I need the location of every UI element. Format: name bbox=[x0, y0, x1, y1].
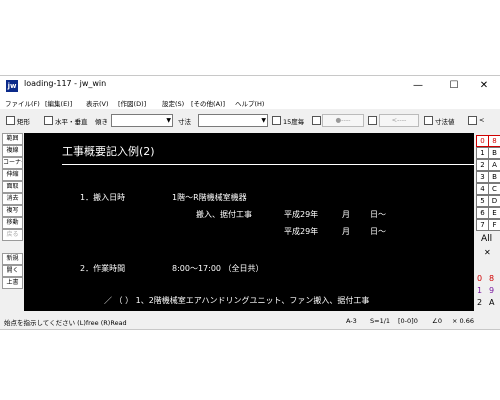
item2-number: 2．作業時間 bbox=[80, 264, 126, 273]
all-layers-button[interactable]: All bbox=[481, 234, 492, 244]
layer-D[interactable]: D bbox=[488, 195, 500, 207]
menu-draw[interactable]: [作図(D)] bbox=[118, 98, 146, 108]
tool-stretch[interactable]: 伸縮 bbox=[2, 169, 23, 181]
chevron-down-icon: ▼ bbox=[261, 117, 266, 124]
dimval-checkbox[interactable] bbox=[424, 116, 433, 125]
tool-save[interactable]: 上書 bbox=[2, 277, 23, 289]
heading-underline bbox=[62, 164, 474, 165]
tool-offset[interactable]: 複線 bbox=[2, 145, 23, 157]
deg15-label: 15度毎 bbox=[283, 118, 305, 126]
close-icon[interactable]: ✕ bbox=[484, 248, 491, 257]
status-message: 始点を指示してください (L)free (R)Read bbox=[4, 319, 127, 327]
window-title: loading-117 - jw_win bbox=[24, 79, 107, 88]
close-button[interactable]: ✕ bbox=[473, 78, 495, 94]
dash-checkbox[interactable] bbox=[368, 116, 377, 125]
tool-open[interactable]: 開く bbox=[2, 265, 23, 277]
rect-checkbox[interactable] bbox=[6, 116, 15, 125]
maximize-button[interactable]: ☐ bbox=[443, 78, 465, 94]
group-circle-A[interactable]: A bbox=[489, 298, 494, 307]
group-circle-8[interactable]: 8 bbox=[489, 274, 494, 283]
item1-year1: 平成29年 bbox=[284, 210, 319, 219]
layer-B2[interactable]: B bbox=[488, 171, 500, 183]
item2-desc: 8:00～17:00 （全日共） bbox=[172, 264, 264, 273]
group-circle-2[interactable]: 2 bbox=[477, 298, 482, 307]
hv-label: 水平・垂直 bbox=[55, 118, 88, 126]
menu-edit[interactable]: [編集(E)] bbox=[45, 98, 72, 108]
dim-label: 寸法 bbox=[178, 118, 191, 126]
status-layer[interactable]: [0-0]0 bbox=[398, 317, 418, 325]
layer-F[interactable]: F bbox=[488, 219, 500, 231]
lt-label: < bbox=[479, 116, 485, 124]
item1-day1: 日～ bbox=[370, 210, 386, 219]
rect-label: 矩形 bbox=[17, 118, 30, 126]
tilt-label: 傾き bbox=[95, 118, 108, 126]
tool-chamfer[interactable]: 面取 bbox=[2, 181, 23, 193]
menu-file[interactable]: ファイル(F) bbox=[5, 98, 40, 108]
application-window: jw loading-117 - jw_win — ☐ ✕ ファイル(F) [編… bbox=[0, 75, 500, 330]
layer-A[interactable]: A bbox=[488, 159, 500, 171]
title-bar: jw loading-117 - jw_win — ☐ ✕ bbox=[0, 76, 500, 96]
tool-copy[interactable]: 複写 bbox=[2, 205, 23, 217]
layer-E[interactable]: E bbox=[488, 207, 500, 219]
item1-desc2: 搬入、据付工事 bbox=[196, 210, 252, 219]
circle-checkbox[interactable] bbox=[312, 116, 321, 125]
status-bar: 始点を指示してください (L)free (R)Read A-3 S=1/1 [0… bbox=[0, 314, 500, 328]
menu-view[interactable]: 表示(V) bbox=[86, 98, 109, 108]
app-icon: jw bbox=[6, 80, 18, 92]
tool-range[interactable]: 範囲 bbox=[2, 133, 23, 145]
tool-corner[interactable]: コーナー bbox=[2, 157, 23, 169]
status-scale[interactable]: S=1/1 bbox=[370, 317, 390, 325]
group-circle-1[interactable]: 1 bbox=[477, 286, 482, 295]
chevron-down-icon: ▼ bbox=[166, 117, 171, 124]
menu-other[interactable]: [その他(A)] bbox=[191, 98, 225, 108]
layer-C[interactable]: C bbox=[488, 183, 500, 195]
dim-select[interactable]: ▼ bbox=[198, 114, 268, 127]
tool-new[interactable]: 新規 bbox=[2, 253, 23, 265]
item1-month2: 月 bbox=[342, 227, 350, 236]
dash-field[interactable]: <---- bbox=[379, 114, 419, 127]
status-zoom[interactable]: × 0.66 bbox=[452, 317, 474, 325]
minimize-button[interactable]: — bbox=[407, 78, 429, 94]
dimval-label: 寸法値 bbox=[435, 118, 455, 126]
deg15-checkbox[interactable] bbox=[272, 116, 281, 125]
drawing-canvas[interactable]: 工事概要記入例(2) 1．搬入日時 1階～R階機械室機器 搬入、据付工事 平成2… bbox=[24, 133, 474, 311]
menu-settings[interactable]: 設定(S) bbox=[162, 98, 184, 108]
group-circle-0[interactable]: 0 bbox=[477, 274, 482, 283]
layer-group-8[interactable]: 8 bbox=[488, 135, 500, 147]
item1-year2: 平成29年 bbox=[284, 227, 319, 236]
item1-number: 1．搬入日時 bbox=[80, 193, 126, 202]
layer-B[interactable]: B bbox=[488, 147, 500, 159]
toolbar: 矩形 水平・垂直 傾き ▼ 寸法 ▼ 15度毎 ●---- <---- 寸法値 … bbox=[0, 110, 500, 130]
menu-bar: ファイル(F) [編集(E)] 表示(V) [作図(D)] 設定(S) [その他… bbox=[0, 96, 500, 109]
group-circle-9[interactable]: 9 bbox=[489, 286, 494, 295]
circle-field[interactable]: ●---- bbox=[322, 114, 364, 127]
status-paper[interactable]: A-3 bbox=[346, 317, 357, 325]
tool-erase[interactable]: 消去 bbox=[2, 193, 23, 205]
hv-checkbox[interactable] bbox=[44, 116, 53, 125]
menu-help[interactable]: ヘルプ(H) bbox=[235, 98, 264, 108]
item1-day2: 日～ bbox=[370, 227, 386, 236]
tool-move[interactable]: 移動 bbox=[2, 217, 23, 229]
tilt-select[interactable]: ▼ bbox=[111, 114, 173, 127]
item1-month1: 月 bbox=[342, 210, 350, 219]
item1-desc: 1階～R階機械室機器 bbox=[172, 193, 247, 202]
item3-line: ／ （ ） 1、2階機械室エアハンドリングユニット、ファン搬入、据付工事 bbox=[104, 296, 370, 305]
drawing-heading: 工事概要記入例(2) bbox=[62, 145, 155, 158]
status-angle[interactable]: ∠0 bbox=[432, 317, 442, 325]
tool-undo[interactable]: 戻る bbox=[2, 229, 23, 241]
lt-checkbox[interactable] bbox=[468, 116, 477, 125]
